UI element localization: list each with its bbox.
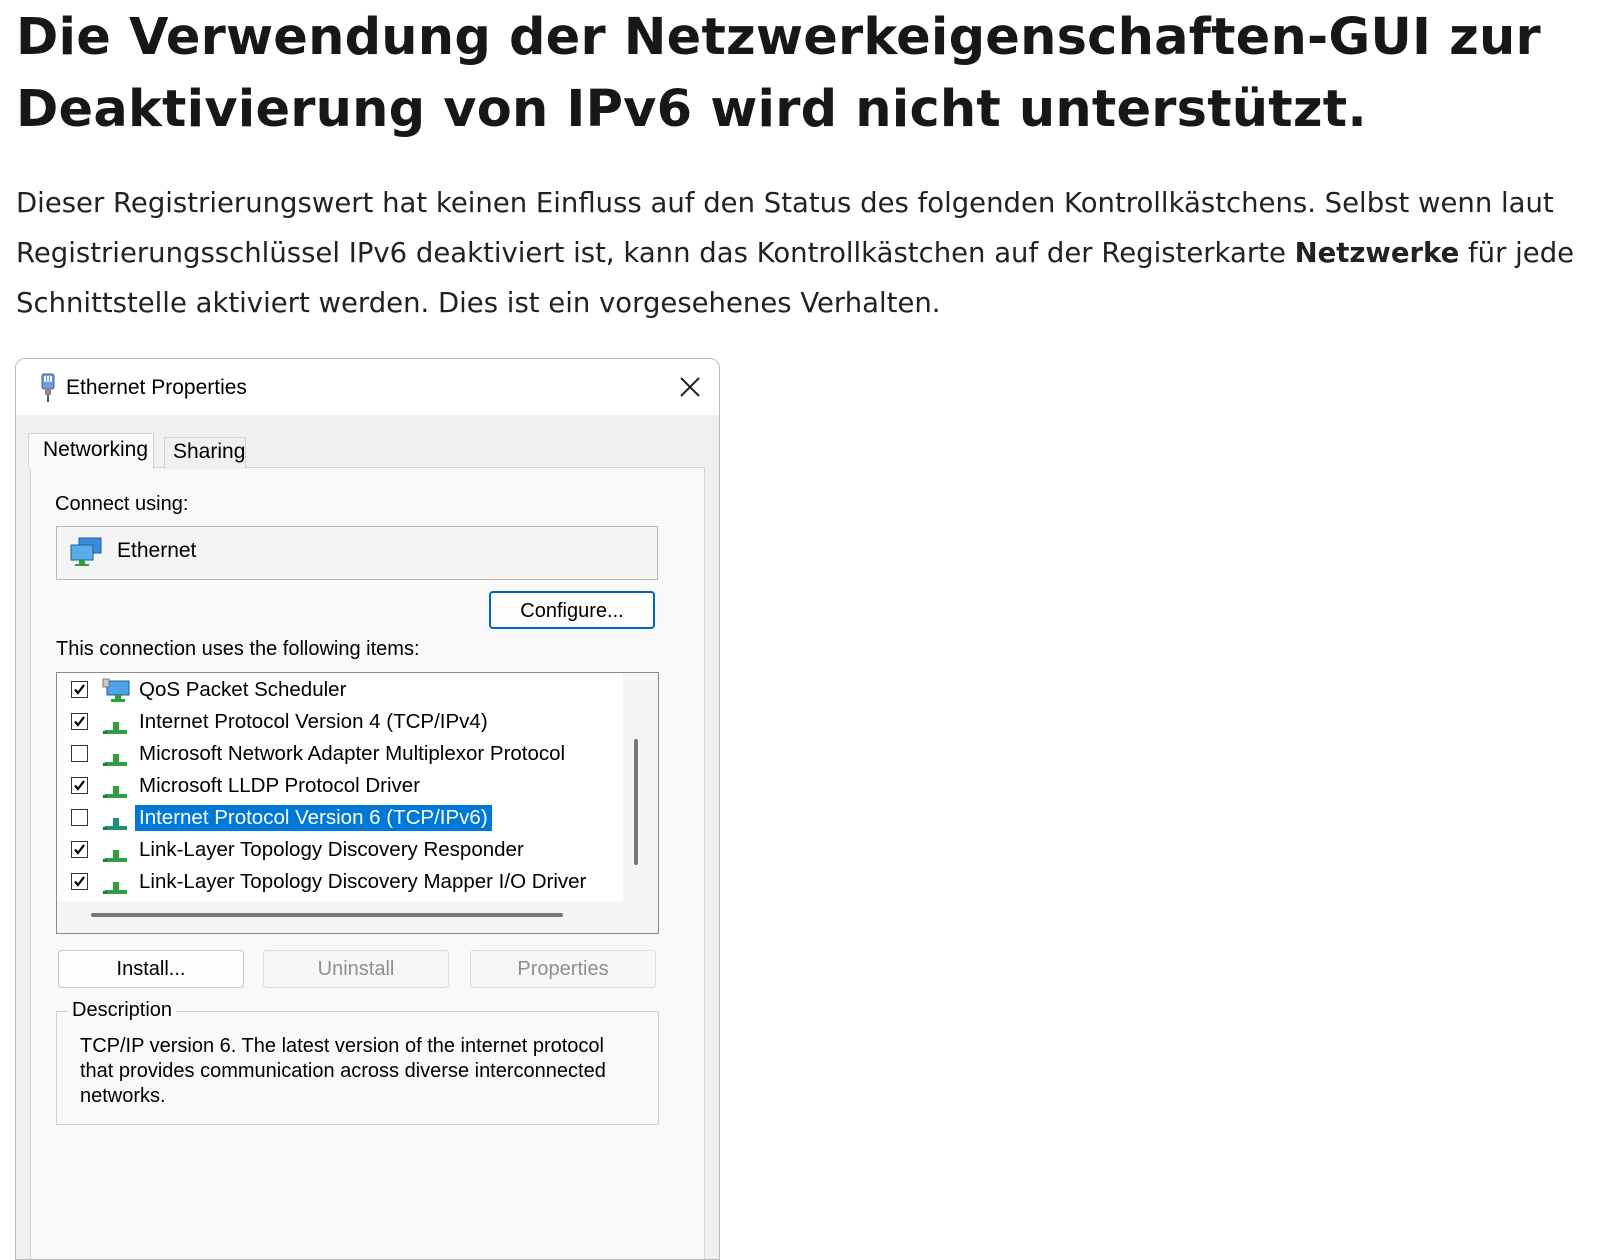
network-adapter-icon	[70, 537, 102, 566]
list-item[interactable]: Microsoft Network Adapter Multiplexor Pr…	[57, 739, 617, 771]
item-label: Microsoft LLDP Protocol Driver	[139, 774, 421, 797]
network-protocol-icon	[103, 786, 127, 798]
description-text: TCP/IP version 6. The latest version of …	[80, 1035, 606, 1107]
item-checkbox[interactable]	[71, 777, 88, 794]
horizontal-scrollbar[interactable]	[91, 913, 563, 917]
network-protocol-icon	[103, 882, 127, 894]
list-hscroll-track	[57, 901, 658, 933]
ethernet-properties-dialog: Ethernet Properties Networking Sharing C…	[15, 358, 720, 1260]
network-protocol-icon	[103, 850, 127, 862]
item-checkbox[interactable]	[71, 873, 88, 890]
properties-button[interactable]: Properties	[470, 950, 656, 988]
item-checkbox[interactable]	[71, 809, 88, 826]
item-label: QoS Packet Scheduler	[139, 678, 347, 701]
vertical-scrollbar[interactable]	[634, 739, 638, 865]
list-item[interactable]: Internet Protocol Version 4 (TCP/IPv4)	[57, 707, 617, 739]
network-protocol-icon	[103, 722, 127, 734]
list-item[interactable]: QoS Packet Scheduler	[57, 675, 617, 707]
adapter-name: Ethernet	[117, 539, 197, 562]
item-label: Internet Protocol Version 4 (TCP/IPv4)	[139, 710, 488, 733]
list-item[interactable]: Link-Layer Topology Discovery Mapper I/O…	[57, 867, 617, 899]
network-protocol-icon	[103, 818, 127, 830]
item-label: Microsoft Network Adapter Multiplexor Pr…	[139, 742, 566, 765]
paragraph-bold-networks: Netzwerke	[1294, 237, 1460, 269]
item-label: Internet Protocol Version 6 (TCP/IPv6)	[135, 805, 492, 831]
list-item-selected[interactable]: Internet Protocol Version 6 (TCP/IPv6)	[57, 803, 617, 835]
description-legend: Description	[68, 999, 177, 1022]
list-item[interactable]: Link-Layer Topology Discovery Responder	[57, 835, 617, 867]
item-checkbox[interactable]	[71, 713, 88, 730]
connection-items-list[interactable]: QoS Packet Scheduler Internet Protocol V…	[56, 672, 659, 934]
qos-scheduler-icon	[102, 678, 130, 702]
dialog-titlebar: Ethernet Properties	[16, 359, 719, 415]
list-item[interactable]: Microsoft LLDP Protocol Driver	[57, 771, 617, 803]
ethernet-cable-icon	[41, 373, 55, 402]
network-protocol-icon	[103, 754, 127, 766]
item-checkbox[interactable]	[71, 681, 88, 698]
item-label: Link-Layer Topology Discovery Responder	[139, 838, 524, 861]
close-icon[interactable]	[672, 369, 708, 405]
uninstall-button[interactable]: Uninstall	[263, 950, 449, 988]
tab-networking[interactable]: Networking	[28, 433, 154, 469]
connect-using-label: Connect using:	[55, 493, 189, 515]
tab-sharing[interactable]: Sharing	[164, 437, 246, 469]
item-checkbox[interactable]	[71, 841, 88, 858]
page-title: Die Verwendung der Netzwerkeigenschaften…	[16, 8, 1541, 139]
list-scroll-track	[623, 673, 658, 933]
adapter-field: Ethernet	[56, 526, 658, 580]
install-button[interactable]: Install...	[58, 950, 244, 988]
items-list-label: This connection uses the following items…	[56, 638, 420, 660]
item-checkbox[interactable]	[71, 745, 88, 762]
item-label: Link-Layer Topology Discovery Mapper I/O…	[139, 870, 587, 893]
article-paragraph: Dieser Registrierungswert hat keinen Ein…	[16, 178, 1596, 328]
dialog-title: Ethernet Properties	[66, 376, 247, 399]
configure-button[interactable]: Configure...	[489, 591, 655, 629]
